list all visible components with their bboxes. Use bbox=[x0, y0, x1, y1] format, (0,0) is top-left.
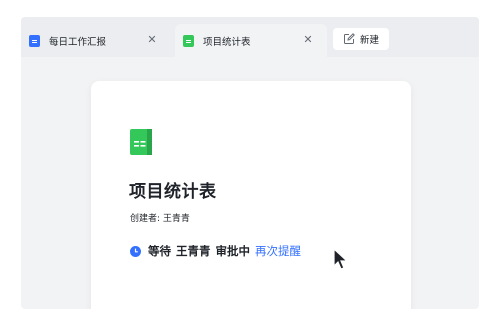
close-icon[interactable]: ✕ bbox=[145, 33, 159, 47]
tab-label: 项目统计表 bbox=[203, 36, 251, 48]
close-icon[interactable]: ✕ bbox=[301, 33, 315, 47]
tab-daily-report[interactable]: 每日工作汇报 ✕ bbox=[21, 24, 171, 57]
approver-name: 王青青 bbox=[176, 244, 211, 258]
clock-icon bbox=[130, 245, 141, 257]
sheet-icon bbox=[183, 34, 194, 47]
card-title: 项目统计表 bbox=[129, 182, 217, 202]
app-window: 每日工作汇报 ✕ 项目统计表 ✕ 新建 项目统计表 创建者: 王青青 等待 王青… bbox=[21, 17, 479, 309]
approval-status: 等待 王青青 审批中 再次提醒 bbox=[130, 243, 301, 259]
doc-icon bbox=[29, 34, 40, 47]
tab-bar: 每日工作汇报 ✕ 项目统计表 ✕ 新建 bbox=[21, 17, 479, 57]
tab-project-stats[interactable]: 项目统计表 ✕ bbox=[175, 24, 327, 57]
tab-label: 每日工作汇报 bbox=[49, 36, 107, 48]
new-tab-label: 新建 bbox=[359, 35, 379, 46]
approval-card: 项目统计表 创建者: 王青青 等待 王青青 审批中 再次提醒 bbox=[91, 81, 411, 309]
new-tab-button[interactable]: 新建 bbox=[333, 28, 389, 50]
status-wait: 等待 bbox=[148, 244, 171, 258]
creator-label: 创建者: 王青青 bbox=[130, 214, 190, 224]
sheet-icon bbox=[130, 129, 152, 155]
cursor-icon bbox=[333, 248, 349, 270]
status-state: 审批中 bbox=[215, 244, 251, 258]
edit-icon bbox=[343, 33, 355, 45]
remind-again-link[interactable]: 再次提醒 bbox=[255, 243, 301, 259]
